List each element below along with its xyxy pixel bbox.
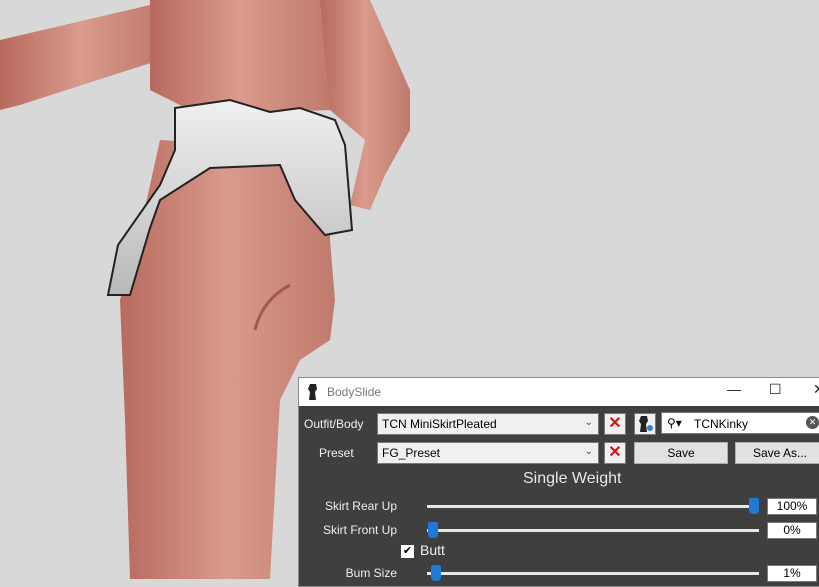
clear-search-icon[interactable]: ✕: [806, 416, 819, 429]
slider-track[interactable]: [427, 572, 759, 575]
category-checkbox[interactable]: ✔: [401, 545, 414, 558]
bodyslide-app-icon: [307, 384, 319, 403]
slider-row-skirt-rear-up: Skirt Rear Up 100%: [299, 495, 819, 517]
slider-label: Skirt Rear Up: [324, 499, 397, 513]
slider-label: Bum Size: [345, 566, 397, 580]
preset-value: FG_Preset: [382, 446, 441, 460]
window-title: BodySlide: [327, 385, 382, 399]
search-icon[interactable]: ⚲▾: [667, 416, 682, 430]
slider-label: Skirt Front Up: [322, 523, 397, 537]
slider-thumb[interactable]: [428, 522, 438, 538]
slider-track[interactable]: [427, 529, 759, 532]
slider-thumb[interactable]: [749, 498, 759, 514]
minimize-button[interactable]: —: [727, 381, 741, 397]
clear-preset-button[interactable]: ✕: [604, 442, 626, 464]
slider-value-field[interactable]: 1%: [767, 565, 817, 582]
chevron-down-icon: ⌄: [584, 417, 593, 428]
group-filter-value: TCNKinky: [694, 417, 749, 431]
category-label: Butt: [420, 542, 445, 558]
save-button[interactable]: Save: [634, 442, 728, 464]
clear-outfit-button[interactable]: ✕: [604, 413, 626, 435]
slider-row-skirt-front-up: Skirt Front Up 0%: [299, 519, 819, 541]
title-bar[interactable]: BodySlide — ☐ ✕: [299, 378, 819, 406]
maximize-button[interactable]: ☐: [769, 381, 782, 398]
close-button[interactable]: ✕: [813, 381, 819, 398]
slider-value-field[interactable]: 0%: [767, 522, 817, 539]
outfit-body-label: Outfit/Body: [304, 417, 364, 431]
slider-track[interactable]: [427, 505, 759, 508]
red-x-icon: ✕: [608, 415, 622, 432]
outfit-body-dropdown[interactable]: TCN MiniSkirtPleated ⌄: [377, 413, 599, 435]
preset-dropdown[interactable]: FG_Preset ⌄: [377, 442, 599, 464]
chevron-down-icon: ⌄: [584, 446, 593, 457]
outfit-body-value: TCN MiniSkirtPleated: [382, 417, 497, 431]
section-title: Single Weight: [523, 470, 622, 487]
choose-outfit-button[interactable]: [634, 413, 656, 435]
red-x-icon: ✕: [608, 444, 622, 461]
group-filter-search[interactable]: ⚲▾ TCNKinky ✕: [661, 412, 819, 434]
preset-label: Preset: [319, 446, 354, 460]
save-as-button[interactable]: Save As...: [735, 442, 819, 464]
slider-value-field[interactable]: 100%: [767, 498, 817, 515]
body-figure-icon: [639, 416, 653, 432]
bodyslide-window: BodySlide — ☐ ✕ Outfit/Body TCN MiniSkir…: [298, 377, 819, 587]
slider-row-bum-size: Bum Size 1%: [299, 562, 819, 584]
